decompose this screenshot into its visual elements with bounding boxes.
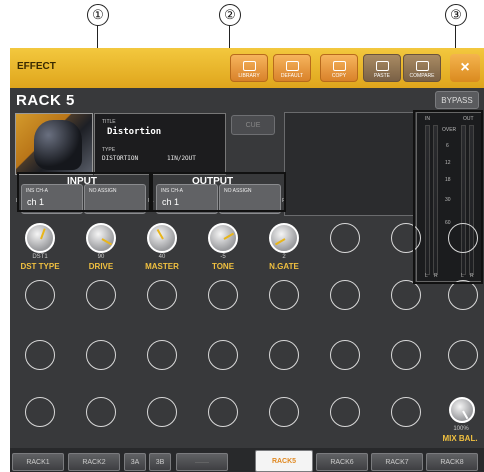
tab-rack6[interactable]: RACK6 <box>316 453 368 471</box>
parameter-display <box>284 112 414 216</box>
title-label: TITLE <box>102 119 116 125</box>
knob-empty[interactable] <box>391 397 421 427</box>
knob-drive[interactable] <box>86 223 116 253</box>
tab-rack4[interactable]: —— <box>176 453 228 471</box>
effect-info-panel[interactable]: TITLE Distortion TYPE DISTORTION 1IN/2OU… <box>94 113 226 175</box>
knob-empty[interactable] <box>25 280 55 310</box>
effect-title: Distortion <box>107 127 162 137</box>
bypass-button[interactable]: BYPASS <box>435 91 479 109</box>
knob-empty[interactable] <box>448 280 478 310</box>
knob-empty[interactable] <box>269 280 299 310</box>
knob-empty[interactable] <box>391 280 421 310</box>
knob-n-gate-value: 2 <box>282 254 286 260</box>
knob-n-gate-label: N.GATE <box>269 262 299 271</box>
knob-dst-type-value: DST1 <box>32 254 48 260</box>
tab-rack2[interactable]: RACK2 <box>68 453 120 471</box>
callout-3: ③ <box>445 4 467 26</box>
tab-3b[interactable]: 3B <box>149 453 171 471</box>
knob-tone[interactable] <box>208 223 238 253</box>
knob-empty[interactable] <box>269 340 299 370</box>
knob-n-gate[interactable] <box>269 223 299 253</box>
knob-empty[interactable] <box>330 397 360 427</box>
knob-empty[interactable] <box>147 340 177 370</box>
copy-button[interactable]: COPY <box>320 54 358 82</box>
effect-pedal-image <box>34 120 82 170</box>
mix-bal-label: MIX BAL. <box>442 434 478 443</box>
knob-empty[interactable] <box>391 340 421 370</box>
tab-rack8[interactable]: RACK8 <box>426 453 478 471</box>
copy-icon <box>332 61 346 71</box>
paste-button[interactable]: PASTE <box>363 54 401 82</box>
effect-type: DISTORTION <box>102 155 139 162</box>
type-label: TYPE <box>102 147 116 153</box>
knob-empty[interactable] <box>330 223 360 253</box>
tab-3a[interactable]: 3A <box>124 453 146 471</box>
knob-empty[interactable] <box>448 340 478 370</box>
knob-empty[interactable] <box>147 280 177 310</box>
knob-master-value: 40 <box>158 254 166 260</box>
knob-empty[interactable] <box>86 280 116 310</box>
callout-3-frame <box>413 110 483 284</box>
default-button[interactable]: DEFAULT <box>273 54 311 82</box>
title-bar: EFFECT LIBRARY DEFAULT COPY PASTE COMPAR… <box>10 48 484 88</box>
callout-2: ② <box>219 4 241 26</box>
knob-empty[interactable] <box>86 397 116 427</box>
close-button[interactable]: × <box>450 54 480 82</box>
knob-dst-type-label: DST TYPE <box>20 262 60 271</box>
rack-name: RACK 5 <box>16 92 75 109</box>
knob-empty[interactable] <box>86 340 116 370</box>
knob-empty[interactable] <box>208 340 238 370</box>
callout-1: ① <box>87 4 109 26</box>
knob-master-label: MASTER <box>145 262 179 271</box>
paste-icon <box>375 61 389 71</box>
effect-thumbnail <box>15 113 93 175</box>
tab-rack5[interactable]: RACK5 <box>255 450 313 472</box>
callout-2-frame <box>151 172 286 212</box>
knob-mix-bal[interactable] <box>449 397 475 423</box>
compare-icon <box>415 61 429 71</box>
effect-io-config: 1IN/2OUT <box>167 155 196 162</box>
knob-empty[interactable] <box>147 397 177 427</box>
knob-master[interactable] <box>147 223 177 253</box>
knob-empty[interactable] <box>208 397 238 427</box>
knob-empty[interactable] <box>208 280 238 310</box>
knob-drive-label: DRIVE <box>88 262 114 271</box>
knob-drive-value: 90 <box>97 254 105 260</box>
knob-empty[interactable] <box>330 280 360 310</box>
compare-button[interactable]: COMPARE <box>403 54 441 82</box>
mix-bal-value: 100% <box>453 426 469 432</box>
knob-empty[interactable] <box>25 340 55 370</box>
library-icon <box>242 61 256 71</box>
knob-tone-label: TONE <box>211 262 235 271</box>
knob-empty[interactable] <box>330 340 360 370</box>
knob-dst-type[interactable] <box>25 223 55 253</box>
callout-1-frame <box>17 172 151 212</box>
knob-tone-value: -5 <box>220 254 226 260</box>
document-icon <box>285 61 299 71</box>
cue-button[interactable]: CUE <box>231 115 275 135</box>
knob-empty[interactable] <box>25 397 55 427</box>
knob-empty[interactable] <box>269 397 299 427</box>
tab-rack7[interactable]: RACK7 <box>371 453 423 471</box>
rack-tab-bar: RACK1 RACK2 3A 3B —— RACK5 RACK6 RACK7 R… <box>10 448 484 472</box>
library-button[interactable]: LIBRARY <box>230 54 268 82</box>
window-title: EFFECT <box>17 61 56 72</box>
tab-rack1[interactable]: RACK1 <box>12 453 64 471</box>
